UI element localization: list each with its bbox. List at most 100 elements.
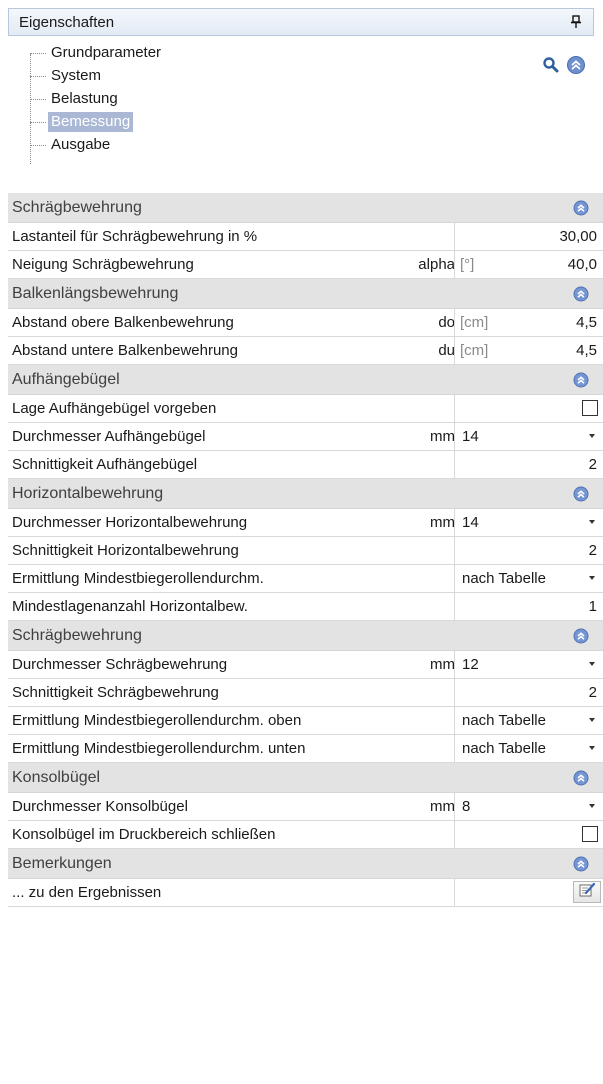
collapse-category-icon[interactable]: [573, 372, 589, 388]
property-checkbox[interactable]: [582, 400, 598, 416]
tree-item-system[interactable]: System: [30, 65, 104, 87]
collapse-category-icon[interactable]: [573, 628, 589, 644]
property-value-input[interactable]: 1: [589, 593, 597, 621]
collapse-category-icon[interactable]: [573, 770, 589, 786]
property-symbol: du: [438, 342, 455, 359]
tree-item-label: System: [51, 67, 102, 84]
edit-note-button[interactable]: [573, 881, 601, 903]
property-row[interactable]: Schnittigkeit Horizontalbewehrung 2: [8, 537, 603, 565]
property-row[interactable]: Durchmesser Horizontalbewehrung mm 14: [8, 509, 603, 537]
property-row[interactable]: Neigung Schrägbewehrung alpha [°] 40,0: [8, 251, 603, 279]
property-name: Durchmesser Schrägbewehrung: [12, 656, 228, 673]
tree-item-bemessung[interactable]: Bemessung: [30, 111, 134, 133]
property-name: Durchmesser Horizontalbewehrung: [12, 514, 248, 531]
property-row[interactable]: Konsolbügel im Druckbereich schließen: [8, 821, 603, 849]
pin-icon[interactable]: [565, 11, 587, 33]
property-value-select[interactable]: nach Tabelle: [462, 707, 546, 735]
property-value-input[interactable]: 2: [589, 537, 597, 565]
chevron-down-icon[interactable]: [589, 576, 595, 580]
column-divider: [454, 707, 455, 734]
property-row[interactable]: Durchmesser Aufhängebügel mm 14: [8, 423, 603, 451]
property-value-input[interactable]: 30,00: [559, 223, 597, 251]
property-row[interactable]: Mindestlagenanzahl Horizontalbew. 1: [8, 593, 603, 621]
property-checkbox[interactable]: [582, 826, 598, 842]
tree-item-belastung[interactable]: Belastung: [30, 88, 121, 110]
property-symbol: alpha: [418, 256, 455, 273]
property-value-input[interactable]: 4,5: [576, 309, 597, 337]
column-divider: [454, 451, 455, 478]
property-name: ... zu den Ergebnissen: [12, 884, 162, 901]
category-row: Konsolbügel: [8, 763, 603, 793]
tree-item-label: Ausgabe: [51, 136, 111, 153]
property-symbol: mm: [430, 428, 455, 445]
chevron-down-icon[interactable]: [589, 718, 595, 722]
property-row[interactable]: Abstand obere Balkenbewehrung do [cm] 4,5: [8, 309, 603, 337]
property-row[interactable]: Durchmesser Konsolbügel mm 8: [8, 793, 603, 821]
column-divider: [454, 651, 455, 678]
tree-item-grundparameter[interactable]: Grundparameter: [30, 42, 164, 64]
property-name: Konsolbügel im Druckbereich schließen: [12, 826, 276, 843]
collapse-category-icon[interactable]: [573, 856, 589, 872]
property-name: Schnittigkeit Horizontalbewehrung: [12, 542, 239, 559]
property-row[interactable]: Lage Aufhängebügel vorgeben: [8, 395, 603, 423]
property-value-input[interactable]: 2: [589, 451, 597, 479]
column-divider: [454, 223, 455, 250]
property-row[interactable]: Ermittlung Mindestbiegerollendurchm. unt…: [8, 735, 603, 763]
tree-item-label: Bemessung: [48, 112, 134, 132]
property-name: Abstand untere Balkenbewehrung: [12, 342, 238, 359]
property-name: Ermittlung Mindestbiegerollendurchm. obe…: [12, 712, 302, 729]
chevron-down-icon[interactable]: [589, 434, 595, 438]
category-title: Schrägbewehrung: [12, 627, 142, 644]
property-value-select[interactable]: nach Tabelle: [462, 565, 546, 593]
collapse-all-icon[interactable]: [566, 55, 586, 75]
category-title: Konsolbügel: [12, 769, 101, 786]
property-value-select[interactable]: nach Tabelle: [462, 735, 546, 763]
category-row: Bemerkungen: [8, 849, 603, 879]
property-row[interactable]: Durchmesser Schrägbewehrung mm 12: [8, 651, 603, 679]
category-title: Balkenlängsbewehrung: [12, 285, 179, 302]
category-row: Schrägbewehrung: [8, 193, 603, 223]
chevron-down-icon[interactable]: [589, 804, 595, 808]
column-divider: [454, 565, 455, 592]
column-divider: [454, 423, 455, 450]
tree-item-label: Grundparameter: [51, 44, 162, 61]
property-unit: [cm]: [460, 342, 489, 359]
property-value-input[interactable]: 40,0: [568, 251, 597, 279]
property-symbol: mm: [430, 656, 455, 673]
category-row: Balkenlängsbewehrung: [8, 279, 603, 309]
collapse-category-icon[interactable]: [573, 486, 589, 502]
property-symbol: mm: [430, 798, 455, 815]
property-unit: [°]: [460, 256, 475, 273]
property-value-select[interactable]: 14: [462, 423, 479, 451]
navigation-tree: Grundparameter System Belastung Bemessung Au…: [20, 42, 460, 182]
search-icon[interactable]: [542, 56, 560, 74]
property-name: Schnittigkeit Aufhängebügel: [12, 456, 198, 473]
collapse-category-icon[interactable]: [573, 200, 589, 216]
column-divider: [454, 593, 455, 620]
property-value-input[interactable]: 2: [589, 679, 597, 707]
property-row[interactable]: Abstand untere Balkenbewehrung du [cm] 4,5: [8, 337, 603, 365]
property-row[interactable]: Schnittigkeit Schrägbewehrung 2: [8, 679, 603, 707]
property-row[interactable]: ... zu den Ergebnissen: [8, 879, 603, 907]
tree-item-ausgabe[interactable]: Ausgabe: [30, 134, 113, 156]
property-value-select[interactable]: 12: [462, 651, 479, 679]
property-row[interactable]: Ermittlung Mindestbiegerollendurchm. obe…: [8, 707, 603, 735]
chevron-down-icon[interactable]: [589, 520, 595, 524]
property-grid: Schrägbewehrung Lastanteil für Schrägbewe…: [8, 193, 603, 907]
property-value-select[interactable]: 8: [462, 793, 470, 821]
property-row[interactable]: Ermittlung Mindestbiegerollendurchm. nach…: [8, 565, 603, 593]
property-value-input[interactable]: 4,5: [576, 337, 597, 365]
category-row: Aufhängebügel: [8, 365, 603, 395]
category-title: Aufhängebügel: [12, 371, 120, 388]
edit-note-icon: [578, 882, 596, 902]
property-row[interactable]: Schnittigkeit Aufhängebügel 2: [8, 451, 603, 479]
tree-branch-line: [30, 52, 46, 54]
property-row[interactable]: Lastanteil für Schrägbewehrung in % 30,00: [8, 223, 603, 251]
chevron-down-icon[interactable]: [589, 662, 595, 666]
chevron-down-icon[interactable]: [589, 746, 595, 750]
category-row: Schrägbewehrung: [8, 621, 603, 651]
column-divider: [454, 537, 455, 564]
collapse-category-icon[interactable]: [573, 286, 589, 302]
property-value-select[interactable]: 14: [462, 509, 479, 537]
column-divider: [454, 337, 455, 364]
